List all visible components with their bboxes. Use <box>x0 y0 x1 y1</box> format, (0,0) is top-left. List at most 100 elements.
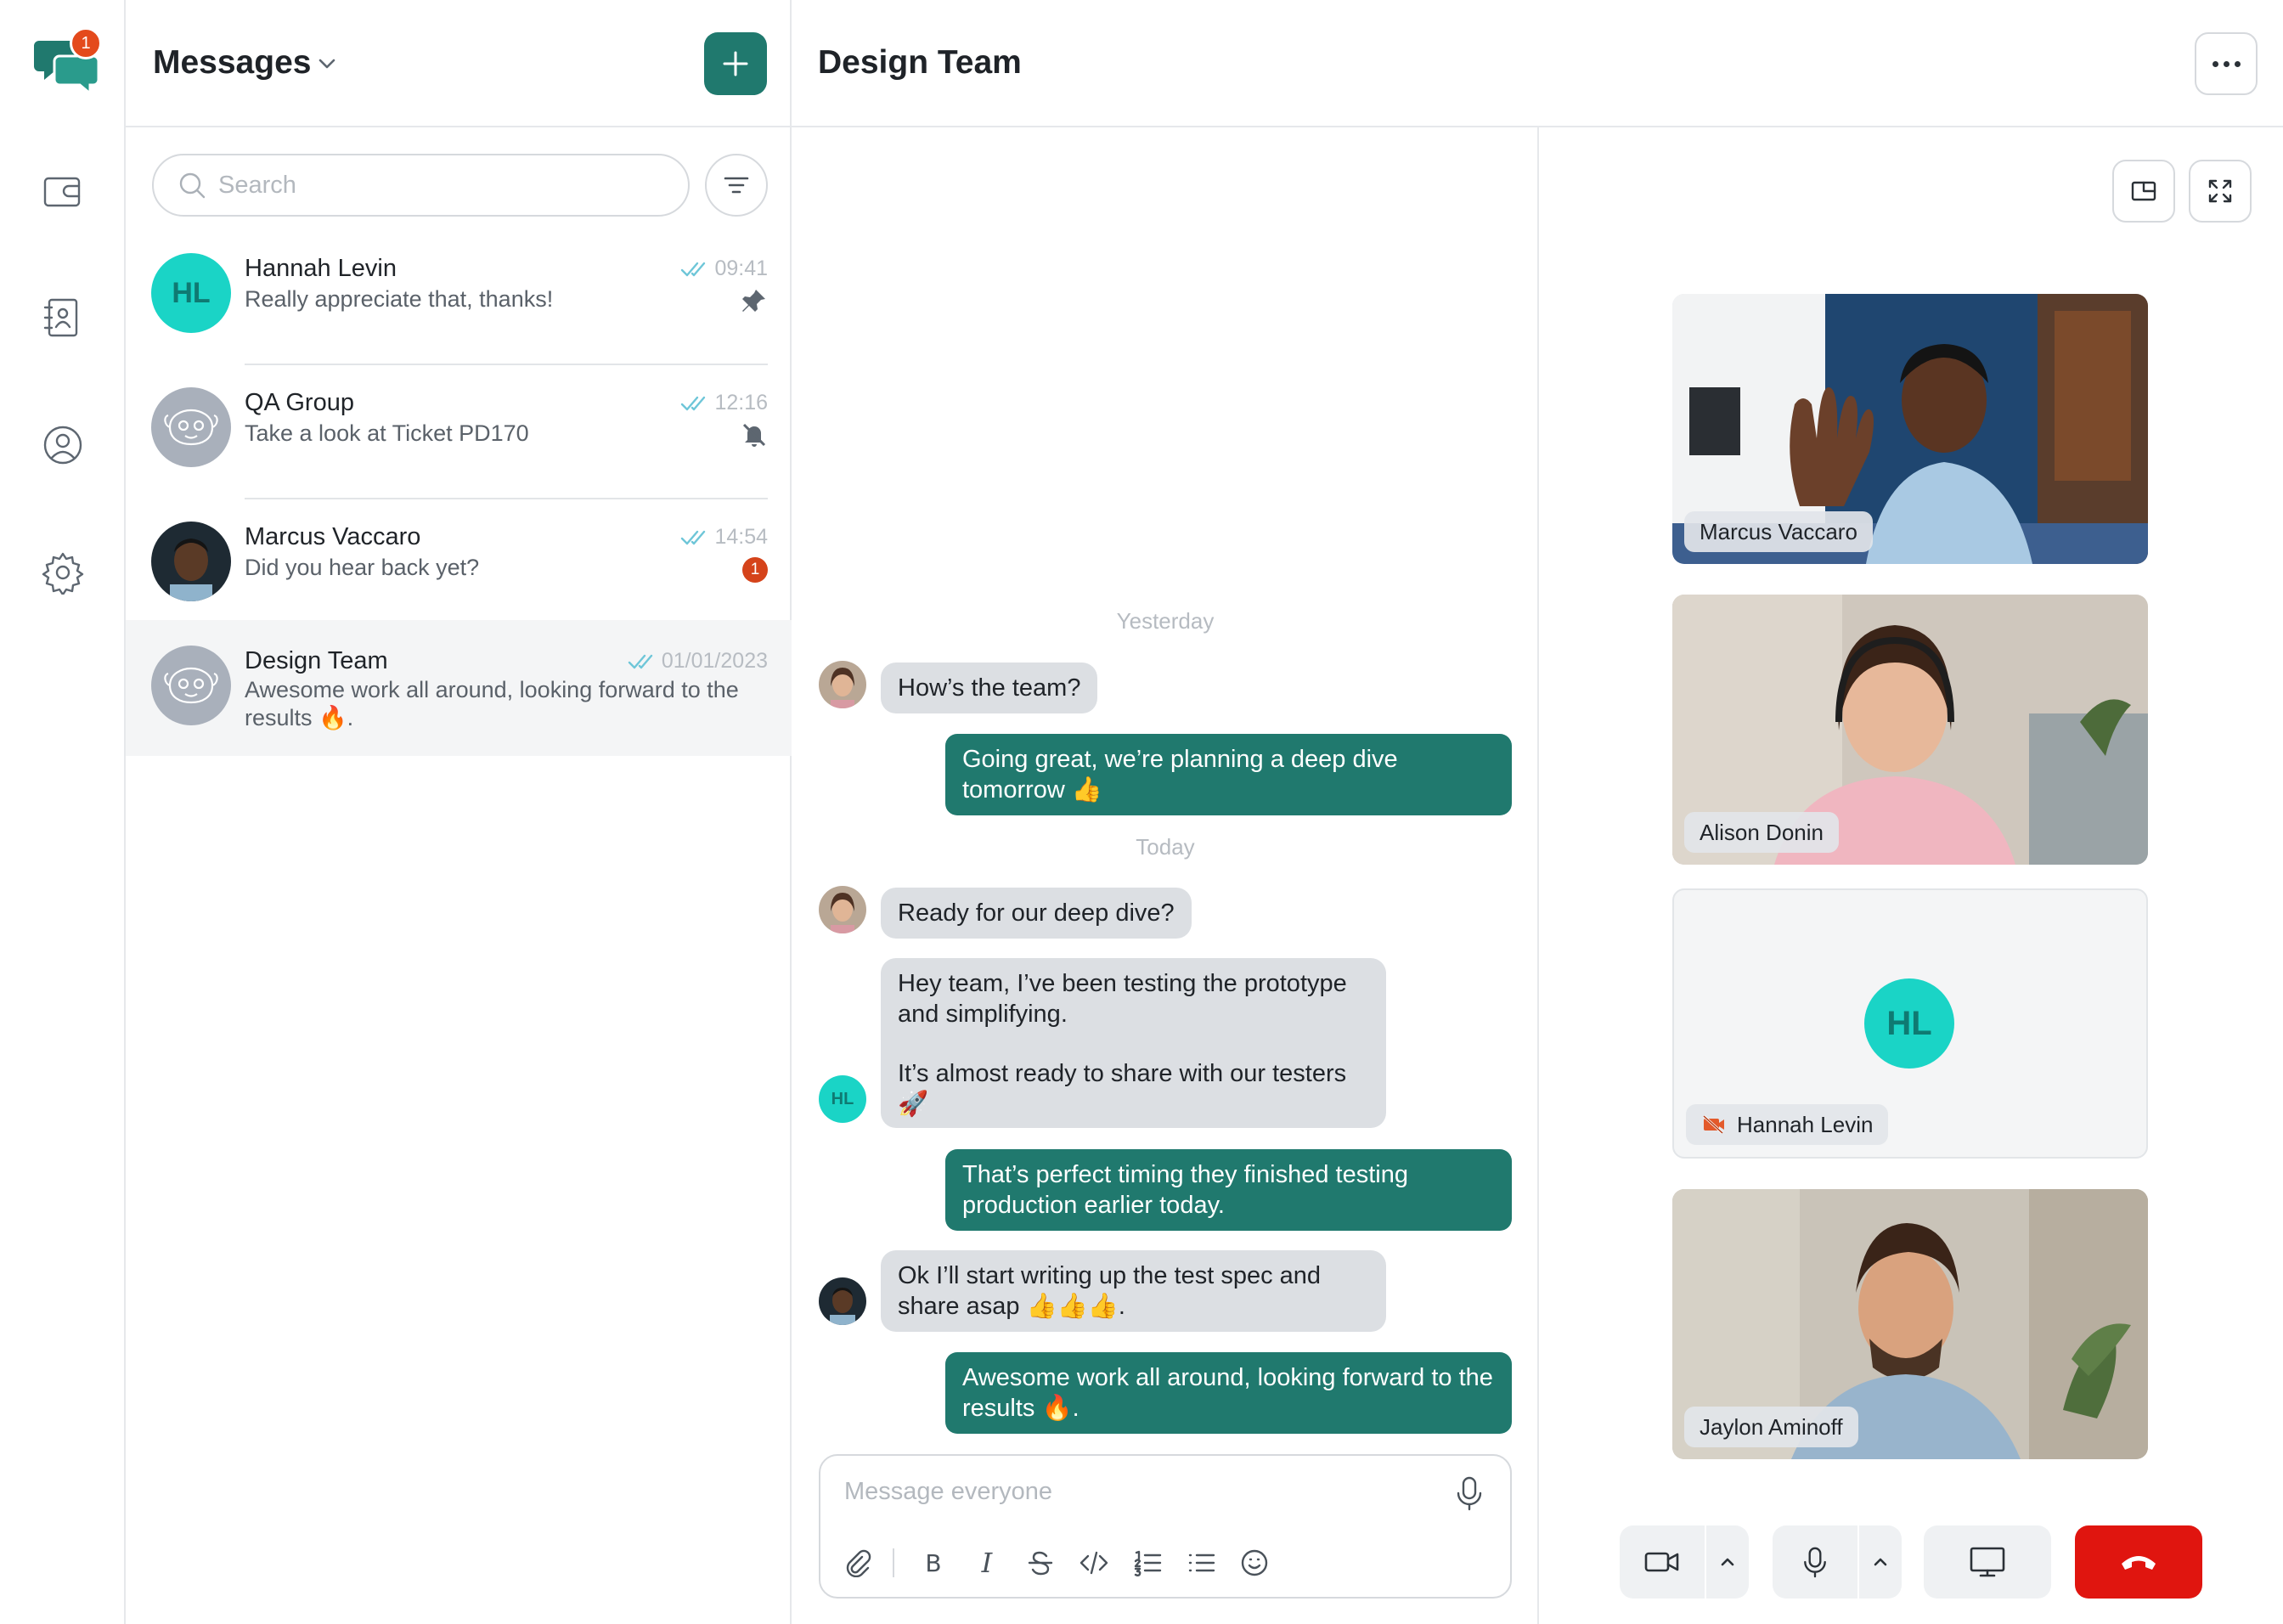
camera-off-icon <box>1702 1114 1724 1135</box>
dot <box>2234 60 2241 67</box>
video-call-panel: Marcus Vaccaro Alison Donin HL Hannah Le… <box>1539 127 2283 1624</box>
messages-header: Messages <box>126 0 792 127</box>
day-separator: Today <box>1136 834 1195 860</box>
conversation-time-text: 09:41 <box>714 257 768 280</box>
screen-share-icon <box>1970 1547 2005 1577</box>
video-tile[interactable]: Marcus Vaccaro <box>1672 294 2148 564</box>
double-check-icon <box>681 262 706 276</box>
conversation-name: Hannah Levin <box>245 255 397 282</box>
conversation-time: 01/01/2023 <box>628 649 768 674</box>
conversation-time-text: 14:54 <box>714 525 768 549</box>
conversation-time: 09:41 <box>680 257 768 281</box>
conversation-list-panel: Messages Search HL Hannah Levin Really a… <box>126 0 792 1624</box>
bullet-list-icon[interactable] <box>1184 1544 1218 1582</box>
conversation-item[interactable]: Marcus Vaccaro Did you hear back yet? 14… <box>126 499 792 634</box>
message-composer[interactable]: Message everyone B I <box>819 1454 1512 1599</box>
conversation-name: QA Group <box>245 389 354 416</box>
microphone-options-button[interactable] <box>1857 1525 1902 1599</box>
hang-up-icon <box>2122 1556 2156 1570</box>
participant-name-label: Marcus Vaccaro <box>1684 511 1873 552</box>
wallet-icon[interactable] <box>29 157 97 225</box>
conversation-time: 14:54 <box>680 525 768 550</box>
conversation-item[interactable]: HL Hannah Levin Really appreciate that, … <box>126 231 792 365</box>
bell-muted-icon <box>742 423 766 447</box>
picture-in-picture-button[interactable] <box>2112 160 2175 223</box>
video-tile-camera-off[interactable]: HL Hannah Levin <box>1672 888 2148 1159</box>
conversation-preview: Awesome work all around, looking forward… <box>245 677 739 730</box>
formatting-toolbar: B I <box>841 1544 1291 1582</box>
avatar: HL <box>151 253 231 333</box>
strikethrough-icon[interactable] <box>1023 1544 1057 1582</box>
search-input[interactable]: Search <box>152 154 690 217</box>
participant-name: Alison Donin <box>1700 819 1824 845</box>
attach-icon[interactable] <box>841 1544 875 1582</box>
fullscreen-icon <box>2208 179 2232 203</box>
conversation-item-active[interactable]: Design Team Awesome work all around, loo… <box>126 620 792 756</box>
picture-in-picture-icon <box>2131 181 2156 201</box>
toolbar-divider <box>893 1548 894 1577</box>
message-bubble-incoming[interactable]: How’s the team? <box>881 663 1098 713</box>
messages-title[interactable]: Messages <box>153 44 311 82</box>
more-options-button[interactable] <box>2195 32 2258 95</box>
app-sidebar: 1 <box>0 0 126 1624</box>
message-bubble-incoming[interactable]: Hey team, I’ve been testing the prototyp… <box>881 958 1386 1128</box>
avatar <box>819 661 866 708</box>
avatar <box>819 1277 866 1325</box>
day-separator: Yesterday <box>1116 608 1215 634</box>
video-tile[interactable]: Jaylon Aminoff <box>1672 1189 2148 1459</box>
unread-badge: 1 <box>742 557 768 583</box>
participant-name: Marcus Vaccaro <box>1700 518 1857 544</box>
double-check-icon <box>681 530 706 544</box>
conversation-name: Marcus Vaccaro <box>245 523 421 550</box>
conversation-name: Design Team <box>245 647 388 674</box>
profile-icon[interactable] <box>29 411 97 479</box>
screen-share-button[interactable] <box>1924 1525 2051 1599</box>
message-bubble-outgoing[interactable]: Awesome work all around, looking forward… <box>945 1352 1512 1434</box>
message-bubble-outgoing[interactable]: Going great, we’re planning a deep dive … <box>945 734 1512 815</box>
end-call-button[interactable] <box>2075 1525 2202 1599</box>
search-icon <box>179 172 206 199</box>
notification-badge: 1 <box>70 27 102 59</box>
settings-icon[interactable] <box>29 539 97 606</box>
emoji-icon[interactable] <box>1237 1544 1271 1582</box>
group-avatar-icon <box>151 387 231 467</box>
composer-input[interactable]: Message everyone <box>844 1478 1052 1506</box>
conversation-time-text: 12:16 <box>714 391 768 414</box>
chat-panel: Yesterday How’s the team? Going great, w… <box>792 127 1539 1624</box>
microphone-icon[interactable] <box>1452 1475 1486 1512</box>
dot <box>2212 60 2218 67</box>
code-icon[interactable] <box>1077 1544 1111 1582</box>
camera-control <box>1620 1525 1749 1599</box>
camera-toggle-button[interactable] <box>1620 1525 1705 1599</box>
chevron-down-icon[interactable] <box>314 51 340 76</box>
microphone-icon <box>1804 1547 1826 1578</box>
double-check-icon <box>628 654 653 668</box>
conversation-time-text: 01/01/2023 <box>661 649 768 673</box>
participant-name: Jaylon Aminoff <box>1700 1413 1843 1440</box>
avatar: HL <box>1864 978 1954 1069</box>
search-placeholder: Search <box>218 171 296 199</box>
video-tile[interactable]: Alison Donin <box>1672 595 2148 865</box>
microphone-toggle-button[interactable] <box>1773 1525 1857 1599</box>
participant-name: Hannah Levin <box>1737 1111 1874 1137</box>
italic-button[interactable]: I <box>970 1544 1004 1582</box>
bold-button[interactable]: B <box>916 1544 950 1582</box>
conversation-preview: Did you hear back yet? <box>245 555 480 580</box>
new-message-button[interactable] <box>704 32 767 95</box>
participant-name-label: Hannah Levin <box>1686 1104 1889 1145</box>
filter-button[interactable] <box>705 154 768 217</box>
message-text: Hey team, I’ve been testing the prototyp… <box>898 970 1347 1028</box>
conversation-item[interactable]: QA Group Take a look at Ticket PD170 12:… <box>126 365 792 499</box>
camera-options-button[interactable] <box>1705 1525 1749 1599</box>
message-bubble-outgoing[interactable]: That’s perfect timing they finished test… <box>945 1149 1512 1231</box>
message-bubble-incoming[interactable]: Ok I’ll start writing up the test spec a… <box>881 1250 1386 1332</box>
fullscreen-button[interactable] <box>2189 160 2252 223</box>
participant-name-label: Jaylon Aminoff <box>1684 1407 1858 1447</box>
message-bubble-incoming[interactable]: Ready for our deep dive? <box>881 888 1192 939</box>
ordered-list-icon[interactable] <box>1130 1544 1164 1582</box>
group-avatar-icon <box>151 646 231 725</box>
microphone-control <box>1773 1525 1902 1599</box>
chevron-up-icon <box>1874 1558 1887 1566</box>
conversation-time: 12:16 <box>680 391 768 415</box>
contacts-icon[interactable] <box>29 284 97 352</box>
